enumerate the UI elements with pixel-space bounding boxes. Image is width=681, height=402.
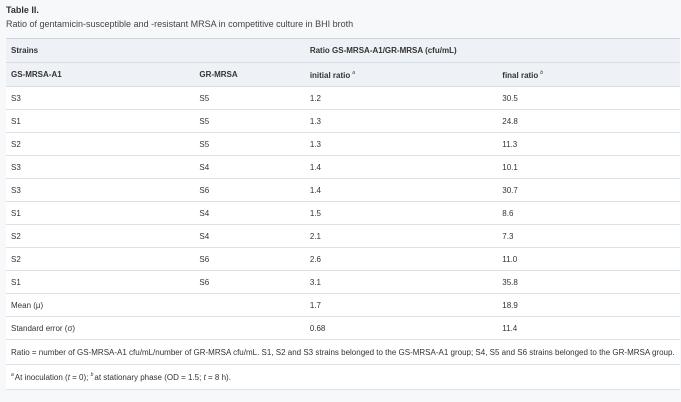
table-row: S2 S4 2.1 7.3 [6,224,680,248]
header-gr-mrsa: GR-MRSA [194,62,305,87]
cell-gr: S5 [194,132,305,156]
cell-final: 7.3 [497,224,680,248]
header-final-ratio: final ratio b [497,62,680,87]
cell-gs: S2 [6,224,195,248]
footnote-mark-b: b [90,372,94,378]
header-strains: Strains [6,38,305,63]
table-row: S3 S4 1.4 10.1 [6,155,680,179]
footnote-text-2: aAt inoculation (t = 0); bat stationary … [6,364,680,390]
footnote-text-1: Ratio = number of GS-MRSA-A1 cfu/mL/numb… [6,339,680,365]
cell-gs: S1 [6,270,195,294]
cell-gs: S3 [6,155,195,179]
footnote-part: At inoculation ( [14,373,68,382]
table-label: Table II. [6,5,39,15]
cell-final: 11.4 [497,316,680,340]
cell-initial: 1.4 [304,155,498,179]
cell-final: 30.7 [497,178,680,202]
cell-initial: 0.68 [304,316,498,340]
cell-gs: S3 [6,86,195,110]
table-row: S2 S6 2.6 11.0 [6,247,680,271]
summary-row-mean: Mean (μ) 1.7 18.9 [6,293,680,317]
cell-summary-label: Standard error (σ) [6,316,195,340]
cell-gs: S1 [6,109,195,133]
table-row: S3 S5 1.2 30.5 [6,86,680,110]
header-gs-mrsa: GS-MRSA-A1 [6,62,195,87]
cell-initial: 2.6 [304,247,498,271]
cell-gr: S6 [194,247,305,271]
footnote-row-1: Ratio = number of GS-MRSA-A1 cfu/mL/numb… [6,339,680,365]
header-initial-ratio-text: initial ratio [309,70,351,80]
cell-final: 30.5 [497,86,680,110]
cell-gr: S6 [194,270,305,294]
cell-final: 24.8 [497,109,680,133]
cell-gs: S1 [6,201,195,225]
cell-gr: S4 [194,155,305,179]
cell-initial: 1.7 [304,293,498,317]
table-row: S2 S5 1.3 11.3 [6,132,680,156]
cell-empty [194,316,305,340]
cell-final: 10.1 [497,155,680,179]
summary-row-stderr: Standard error (σ) 0.68 11.4 [6,316,680,340]
footnote-mark-a: a [11,372,14,378]
cell-gr: S5 [194,86,305,110]
table-row: S1 S5 1.3 24.8 [6,109,680,133]
footnote-part: = 8 h). [205,373,231,382]
header-row-columns: GS-MRSA-A1 GR-MRSA initial ratio a final … [6,62,680,87]
cell-final: 8.6 [497,201,680,225]
cell-initial: 1.3 [304,109,498,133]
cell-initial: 1.2 [304,86,498,110]
data-table: Strains Ratio GS-MRSA-A1/GR-MRSA (cfu/mL… [6,38,680,390]
footnote-mark-b: b [540,69,544,76]
cell-gr: S5 [194,109,305,133]
cell-initial: 3.1 [304,270,498,294]
cell-gs: S3 [6,178,195,202]
cell-gr: S4 [194,224,305,248]
page-frame: Table II. Ratio of gentamicin-susceptibl… [0,0,681,402]
cell-initial: 1.3 [304,132,498,156]
table-title: Ratio of gentamicin-susceptible and -res… [6,19,354,29]
cell-initial: 1.4 [304,178,498,202]
header-final-ratio-text: final ratio [502,70,539,80]
table-row: S1 S6 3.1 35.8 [6,270,680,294]
table-row: S3 S6 1.4 30.7 [6,178,680,202]
footnote-row-2: aAt inoculation (t = 0); bat stationary … [6,364,680,390]
cell-gs: S2 [6,247,195,271]
cell-final: 18.9 [497,293,680,317]
cell-gs: S2 [6,132,195,156]
cell-gr: S6 [194,178,305,202]
footnote-mark-a: a [352,69,356,76]
cell-final: 11.3 [497,132,680,156]
footnote-part: = 0); [69,373,91,382]
header-ratio-group: Ratio GS-MRSA-A1/GR-MRSA (cfu/mL) [304,38,680,63]
table-caption: Table II. Ratio of gentamicin-susceptibl… [6,4,666,30]
header-initial-ratio: initial ratio a [304,62,498,87]
cell-gr: S4 [194,201,305,225]
cell-final: 11.0 [497,247,680,271]
cell-empty [194,293,305,317]
cell-initial: 1.5 [304,201,498,225]
cell-final: 35.8 [497,270,680,294]
cell-summary-label: Mean (μ) [6,293,195,317]
footnote-part: at stationary phase (OD = 1.5; [94,373,204,382]
header-row-groups: Strains Ratio GS-MRSA-A1/GR-MRSA (cfu/mL… [6,38,680,63]
table-row: S1 S4 1.5 8.6 [6,201,680,225]
cell-initial: 2.1 [304,224,498,248]
